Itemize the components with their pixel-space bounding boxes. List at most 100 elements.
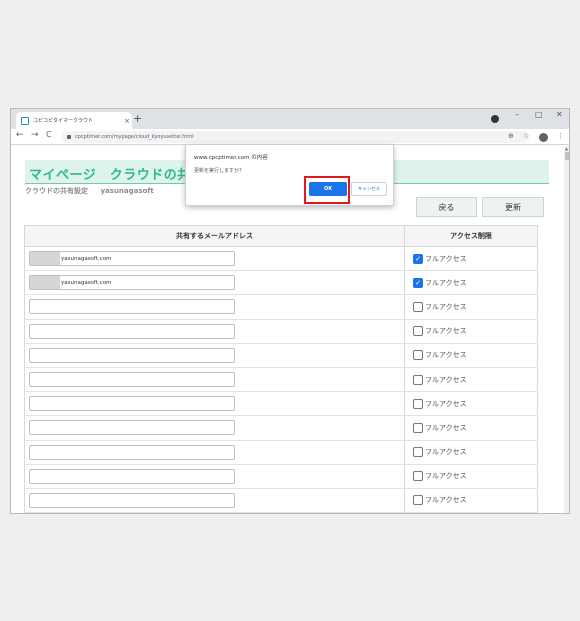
- full-access-checkbox[interactable]: [413, 326, 423, 337]
- zoom-icon[interactable]: ⊕: [508, 132, 514, 140]
- email-column-header: 共有するメールアドレス: [24, 225, 405, 247]
- page-subtitle: クラウドの共有設定 yasunagasoft: [25, 186, 164, 196]
- full-access-checkbox[interactable]: [413, 350, 423, 361]
- full-access-checkbox[interactable]: [413, 495, 423, 506]
- full-access-checkbox[interactable]: [413, 398, 423, 409]
- full-access-checkbox[interactable]: ✓: [413, 277, 423, 288]
- full-access-option[interactable]: フルアクセス: [405, 350, 537, 361]
- table-row: フルアクセス: [24, 343, 538, 368]
- full-access-checkbox[interactable]: [413, 374, 423, 385]
- new-tab-button[interactable]: +: [133, 112, 142, 126]
- full-access-option[interactable]: フルアクセス: [405, 374, 537, 385]
- email-input[interactable]: [29, 347, 235, 363]
- email-cell: [24, 367, 405, 393]
- scroll-up-icon[interactable]: ▲: [565, 146, 568, 151]
- access-cell: フルアクセス: [404, 367, 538, 393]
- full-access-option[interactable]: フルアクセス: [405, 495, 537, 506]
- minimize-button[interactable]: –: [515, 110, 519, 119]
- subtitle-text: クラウドの共有設定: [25, 187, 88, 195]
- email-cell: [24, 391, 405, 417]
- email-cell: [24, 343, 405, 368]
- browser-menu-icon[interactable]: ⋮: [557, 132, 564, 140]
- back-button[interactable]: 戻る: [416, 197, 477, 217]
- close-window-button[interactable]: ✕: [556, 110, 563, 119]
- update-button[interactable]: 更新: [482, 197, 544, 217]
- forward-arrow-icon[interactable]: →: [31, 130, 39, 140]
- url-text: cpcptimer.com/mypage/cloud_kyoyusettei.h…: [75, 134, 194, 140]
- email-input[interactable]: [29, 323, 235, 339]
- table-row: フルアクセス: [24, 367, 538, 393]
- full-access-option[interactable]: フルアクセス: [405, 471, 537, 482]
- email-cell: [24, 294, 405, 320]
- full-access-label: フルアクセス: [425, 375, 467, 384]
- ok-highlight-frame: [304, 176, 350, 204]
- lock-icon: [67, 135, 71, 139]
- full-access-option[interactable]: フルアクセス: [405, 398, 537, 409]
- table-row: フルアクセス: [24, 464, 538, 489]
- redacted-email-mask: [30, 276, 60, 290]
- full-access-option[interactable]: フルアクセス: [405, 447, 537, 458]
- email-cell: [24, 319, 405, 344]
- full-access-option[interactable]: フルアクセス: [405, 326, 537, 337]
- dialog-message: 更新を実行しますか？: [194, 168, 245, 174]
- email-input[interactable]: [29, 299, 235, 315]
- email-input[interactable]: [29, 420, 235, 436]
- tab-title: コピコピタイマークラウド: [33, 118, 94, 124]
- browser-tab[interactable]: コピコピタイマークラウド ×: [16, 112, 132, 129]
- site-favicon-icon: [21, 116, 29, 125]
- dialog-cancel-button[interactable]: キャンセル: [351, 182, 387, 196]
- full-access-option[interactable]: ✓ フルアクセス: [405, 253, 537, 264]
- access-cell: フルアクセス: [404, 294, 538, 320]
- access-cell: ✓ フルアクセス: [404, 270, 538, 296]
- email-value: yasunagasoft.com: [61, 255, 112, 262]
- tab-search-icon[interactable]: [491, 115, 499, 123]
- full-access-label: フルアクセス: [425, 496, 467, 505]
- email-cell: [24, 440, 405, 465]
- confirm-dialog: www.cpcptimer.com の内容 更新を実行しますか？ OK キャンセ…: [185, 144, 394, 206]
- table-body: yasunagasoft.com ✓ フルアクセス yasunagasoft.com ✓…: [24, 246, 538, 513]
- access-column-header: アクセス制限: [404, 225, 538, 247]
- email-input[interactable]: [29, 396, 235, 412]
- page-scrollbar[interactable]: ▲: [564, 146, 569, 513]
- table-row: yasunagasoft.com ✓ フルアクセス: [24, 246, 538, 272]
- reload-icon[interactable]: C: [46, 130, 52, 139]
- address-bar[interactable]: cpcptimer.com/mypage/cloud_kyoyusettei.h…: [61, 131, 529, 143]
- table-row: フルアクセス: [24, 391, 538, 417]
- full-access-option[interactable]: フルアクセス: [405, 422, 537, 433]
- dialog-title: www.cpcptimer.com の内容: [194, 155, 268, 161]
- share-table: 共有するメールアドレス アクセス制限 yasunagasoft.com ✓ フルアク…: [24, 225, 538, 513]
- full-access-checkbox[interactable]: [413, 447, 423, 458]
- email-input[interactable]: [29, 444, 235, 460]
- email-input[interactable]: [29, 492, 235, 508]
- table-row: フルアクセス: [24, 488, 538, 513]
- full-access-label: フルアクセス: [425, 254, 467, 263]
- full-access-option[interactable]: ✓ フルアクセス: [405, 277, 537, 288]
- redacted-email-mask: [30, 252, 60, 266]
- email-input[interactable]: [29, 468, 235, 484]
- back-arrow-icon[interactable]: ←: [16, 130, 24, 140]
- full-access-checkbox[interactable]: [413, 471, 423, 482]
- username-text: yasunagasoft: [100, 187, 154, 195]
- email-input[interactable]: [29, 372, 235, 388]
- profile-avatar-icon[interactable]: [539, 133, 548, 142]
- full-access-checkbox[interactable]: ✓: [413, 253, 423, 264]
- table-row: フルアクセス: [24, 294, 538, 320]
- tab-close-icon[interactable]: ×: [122, 117, 132, 125]
- full-access-label: フルアクセス: [425, 423, 467, 432]
- table-row: yasunagasoft.com ✓ フルアクセス: [24, 270, 538, 296]
- access-cell: フルアクセス: [404, 440, 538, 465]
- access-cell: フルアクセス: [404, 391, 538, 417]
- email-input[interactable]: yasunagasoft.com: [29, 275, 235, 291]
- scrollbar-thumb[interactable]: [565, 152, 569, 160]
- email-cell: [24, 488, 405, 513]
- bookmark-star-icon[interactable]: ☆: [523, 132, 529, 140]
- email-cell: [24, 415, 405, 441]
- full-access-option[interactable]: フルアクセス: [405, 301, 537, 312]
- full-access-checkbox[interactable]: [413, 422, 423, 433]
- table-row: フルアクセス: [24, 415, 538, 441]
- maximize-button[interactable]: □: [535, 110, 543, 119]
- access-cell: フルアクセス: [404, 488, 538, 513]
- email-input[interactable]: yasunagasoft.com: [29, 251, 235, 267]
- full-access-checkbox[interactable]: [413, 301, 423, 312]
- full-access-label: フルアクセス: [425, 351, 467, 360]
